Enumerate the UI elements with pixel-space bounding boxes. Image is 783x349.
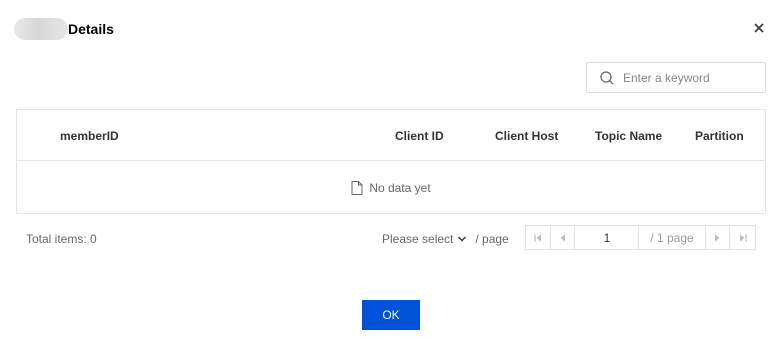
first-page-icon xyxy=(534,234,541,241)
dialog-title: Details xyxy=(68,21,114,37)
file-icon xyxy=(351,181,363,195)
per-page-label: / page xyxy=(475,232,509,246)
close-icon xyxy=(754,23,764,33)
page-size-select[interactable]: Please select xyxy=(382,232,467,246)
page-size-control: Please select / page xyxy=(382,230,509,248)
prev-page-icon xyxy=(560,234,565,241)
last-page-button[interactable] xyxy=(730,226,755,249)
details-dialog: Details memberID Client ID Client Host T… xyxy=(0,0,783,349)
table-header: memberID Client ID Client Host Topic Nam… xyxy=(17,110,765,161)
dialog-header: Details xyxy=(14,18,114,40)
empty-state: No data yet xyxy=(17,162,765,214)
search-icon[interactable] xyxy=(599,70,615,86)
close-button[interactable] xyxy=(752,21,766,35)
chevron-down-icon xyxy=(458,236,467,242)
next-page-icon xyxy=(715,234,720,241)
ok-button[interactable]: OK xyxy=(362,300,420,330)
column-header-partition: Partition xyxy=(695,129,744,143)
column-header-topic-name: Topic Name xyxy=(595,129,663,143)
prev-page-button[interactable] xyxy=(551,226,576,249)
empty-state-text: No data yet xyxy=(369,181,431,195)
column-header-client-host: Client Host xyxy=(495,129,559,143)
first-page-button[interactable] xyxy=(526,226,551,249)
pagination: / 1 page xyxy=(525,225,756,250)
last-page-icon xyxy=(739,234,747,241)
search-input[interactable] xyxy=(623,70,753,85)
page-number-input[interactable] xyxy=(575,226,640,249)
total-items: Total items: 0 xyxy=(26,232,97,246)
page-size-label: Please select xyxy=(382,232,454,246)
column-header-client-id: Client ID xyxy=(395,129,444,143)
redacted-title-prefix xyxy=(14,18,68,40)
next-page-button[interactable] xyxy=(706,226,731,249)
total-pages: / 1 page xyxy=(639,226,706,249)
column-header-memberid: memberID xyxy=(60,129,119,143)
search-box[interactable] xyxy=(586,62,766,93)
members-table: memberID Client ID Client Host Topic Nam… xyxy=(16,109,766,214)
